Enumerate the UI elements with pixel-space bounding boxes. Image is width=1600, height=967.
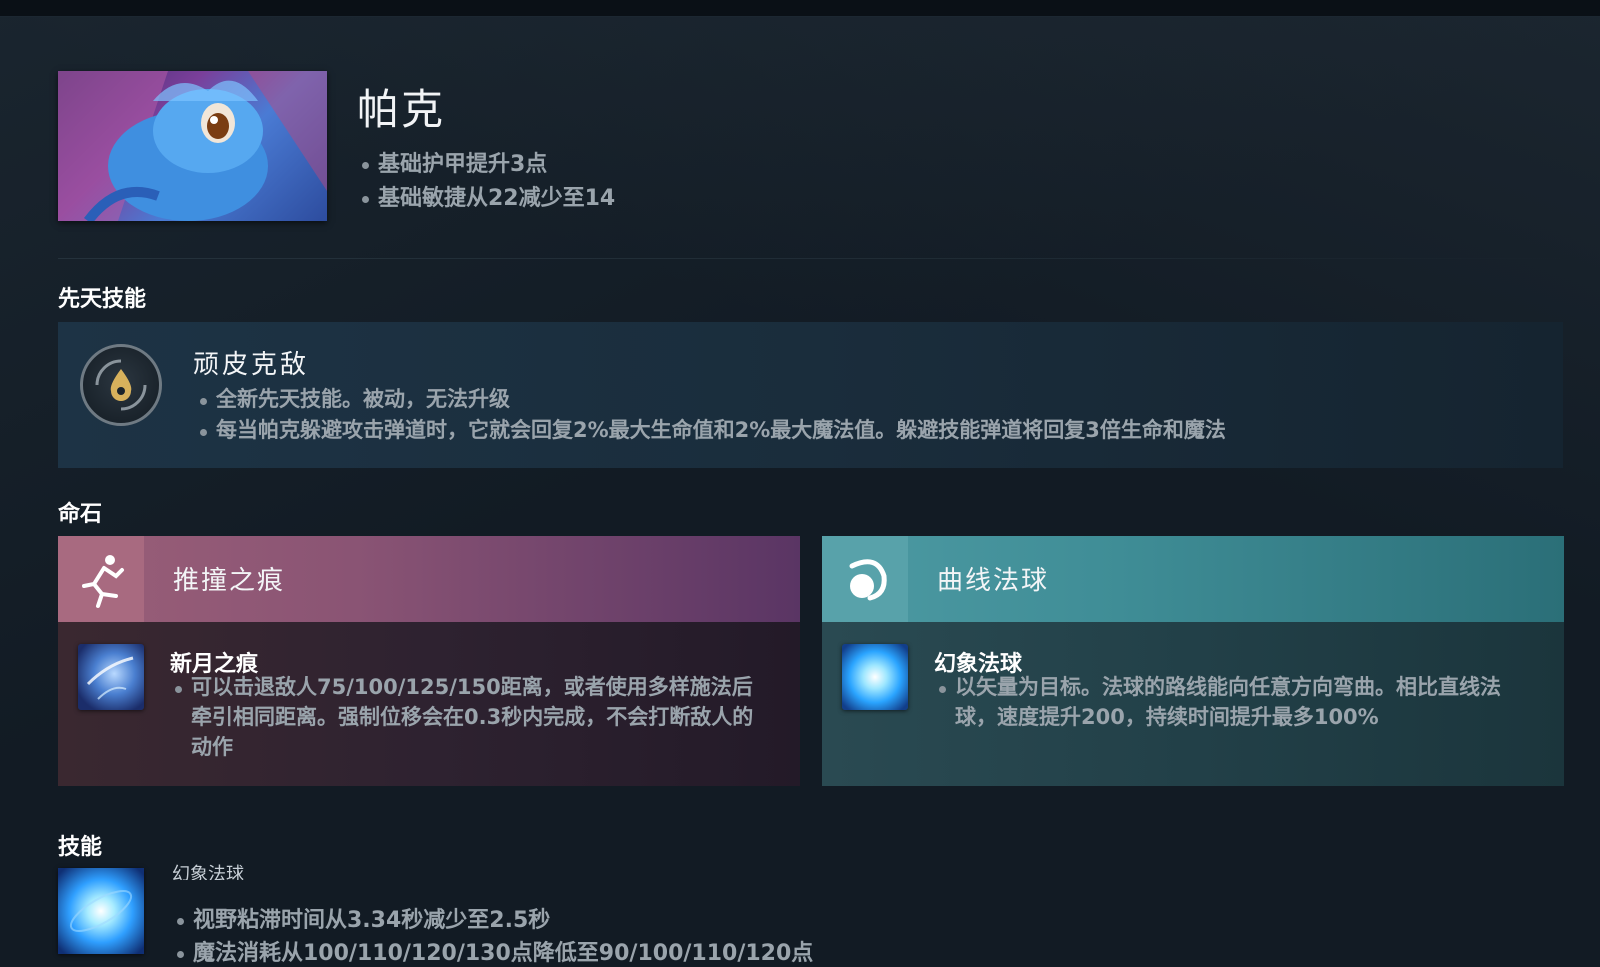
patch-notes-page: 帕克 基础护甲提升3点 基础敏捷从22减少至14 先天技能 顽皮克敌 全新先天技…	[0, 0, 1600, 967]
hero-notes: 基础护甲提升3点 基础敏捷从22减少至14	[360, 148, 615, 216]
facet-notes: 可以击退敌人75/100/125/150距离，或者使用多样施法后牵引相同距离。强…	[173, 672, 773, 762]
ability-note: 视野粘滞时间从3.34秒减少至2.5秒	[175, 904, 813, 937]
ability-note: 魔法消耗从100/110/120/130点降低至90/100/110/120点	[175, 937, 813, 967]
illusory-moon-ability-icon	[78, 644, 144, 710]
facet-notes: 以矢量为目标。法球的路线能向任意方向弯曲。相比直线法球，速度提升200，持续时间…	[937, 672, 1537, 732]
hero-portrait	[58, 71, 327, 221]
innate-panel: 顽皮克敌 全新先天技能。被动，无法升级 每当帕克躲避攻击弹道时，它就会回复2%最…	[58, 322, 1563, 468]
ability-notes: 视野粘滞时间从3.34秒减少至2.5秒 魔法消耗从100/110/120/130…	[175, 904, 813, 967]
facet-header: 推撞之痕	[58, 536, 800, 622]
innate-note: 每当帕克躲避攻击弹道时，它就会回复2%最大生命值和2%最大魔法值。躲避技能弹道将…	[198, 415, 1226, 446]
illusory-orb-ability-icon	[842, 644, 908, 710]
innate-section-title: 先天技能	[58, 287, 147, 312]
innate-drop-icon	[80, 344, 162, 426]
innate-note: 全新先天技能。被动，无法升级	[198, 384, 1226, 415]
top-bar	[0, 0, 1600, 17]
facet-title: 推撞之痕	[173, 566, 286, 596]
innate-notes: 全新先天技能。被动，无法升级 每当帕克躲避攻击弹道时，它就会回复2%最大生命值和…	[198, 384, 1226, 446]
facets-section-title: 命石	[58, 502, 103, 527]
swirl-orb-icon	[822, 536, 908, 622]
facet-note: 可以击退敌人75/100/125/150距离，或者使用多样施法后牵引相同距离。强…	[173, 672, 773, 762]
abilities-section-title: 技能	[58, 835, 103, 860]
facet-header: 曲线法球	[822, 536, 1564, 622]
divider	[58, 258, 1563, 259]
facet-note: 以矢量为目标。法球的路线能向任意方向弯曲。相比直线法球，速度提升200，持续时间…	[937, 672, 1537, 732]
illusory-orb-ability-icon	[58, 868, 144, 954]
innate-name: 顽皮克敌	[193, 350, 310, 380]
ability-name: 幻象法球	[172, 864, 244, 880]
facet-title: 曲线法球	[937, 566, 1050, 596]
hero-note: 基础护甲提升3点	[360, 148, 615, 182]
running-figure-icon	[58, 536, 144, 622]
facet-card-impact: 推撞之痕 新月之痕 可以击退敌人75/100/125/150距离，或者使用多样施…	[58, 536, 800, 786]
hero-name: 帕克	[357, 85, 446, 134]
facet-card-curveball: 曲线法球 幻象法球 以矢量为目标。法球的路线能向任意方向弯曲。相比直线法球，速度…	[822, 536, 1564, 786]
hero-note: 基础敏捷从22减少至14	[360, 182, 615, 216]
